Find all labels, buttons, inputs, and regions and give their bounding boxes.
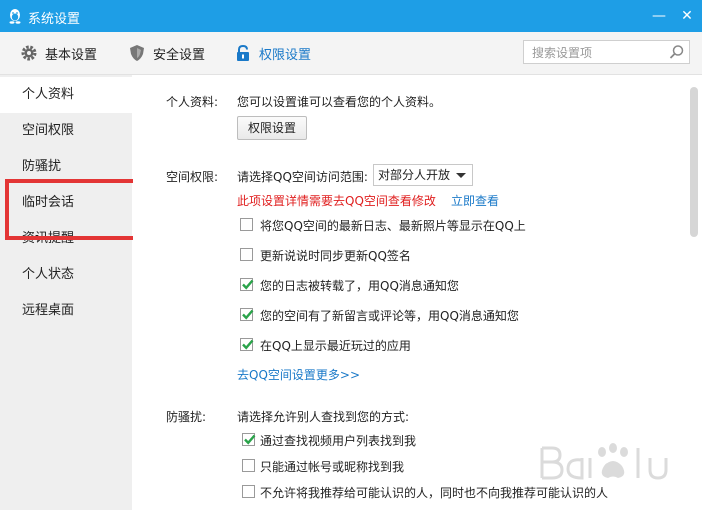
space-option-checkbox-5[interactable] xyxy=(240,338,254,351)
harass-option-checkbox-1[interactable] xyxy=(242,433,256,446)
harass-section-label: 防骚扰: xyxy=(166,410,207,424)
settings-toolbar: 基本设置 安全设置 权限设置 xyxy=(0,32,702,75)
sidebar-item-remote-desktop[interactable]: 远程桌面 xyxy=(0,293,132,329)
harass-description: 请选择允许别人查找到您的方式: xyxy=(237,410,410,424)
space-option-label-5: 在QQ上显示最近玩过的应用 xyxy=(260,339,411,353)
space-range-value: 对部分人开放 xyxy=(378,168,451,182)
space-option-label-3: 您的日志被转载了，用QQ消息通知您 xyxy=(260,279,459,293)
chevron-down-icon xyxy=(456,173,466,178)
search-input[interactable] xyxy=(530,43,664,63)
space-option-label-4: 您的空间有了新留言或评论等，用QQ消息通知您 xyxy=(260,309,519,323)
space-option-label-2: 更新说说时同步更新QQ签名 xyxy=(260,249,411,263)
tab-basic-settings-label: 基本设置 xyxy=(45,47,98,63)
space-warning-text: 此项设置详情需要去QQ空间查看修改 xyxy=(237,194,436,208)
sidebar-item-personal-status[interactable]: 个人状态 xyxy=(0,257,132,293)
checkmark-icon xyxy=(242,309,254,320)
sidebar-item-space-permission[interactable]: 空间权限 xyxy=(0,113,132,149)
harass-option-label-2: 只能通过帐号或昵称找到我 xyxy=(260,460,405,474)
space-option-label-1: 将您QQ空间的最新日志、最新照片等显示在QQ上 xyxy=(260,219,526,233)
space-option-checkbox-2[interactable] xyxy=(240,248,253,261)
tab-security-settings[interactable]: 安全设置 xyxy=(128,32,205,74)
annotation-highlight-box xyxy=(5,179,146,240)
space-range-select[interactable]: 对部分人开放 xyxy=(373,164,473,186)
checkmark-icon xyxy=(242,279,254,290)
qq-penguin-icon xyxy=(9,9,21,24)
settings-sidebar: 个人资料 空间权限 防骚扰 临时会话 资讯提醒 个人状态 远程桌面 xyxy=(0,75,132,510)
profile-section-label: 个人资料: xyxy=(166,95,219,109)
profile-description: 您可以设置谁可以查看您的个人资料。 xyxy=(237,95,442,109)
gear-icon xyxy=(21,45,37,61)
view-now-link[interactable]: 立即查看 xyxy=(451,192,499,209)
sidebar-item-profile[interactable]: 个人资料 xyxy=(0,77,132,113)
scrollbar-thumb[interactable] xyxy=(690,87,698,237)
tab-permission-settings[interactable]: 权限设置 xyxy=(234,32,311,74)
tab-basic-settings[interactable]: 基本设置 xyxy=(20,32,97,74)
window-title: 系统设置 xyxy=(28,12,81,27)
profile-permission-button[interactable]: 权限设置 xyxy=(237,116,307,140)
harass-option-checkbox-2[interactable] xyxy=(242,459,255,472)
space-range-label: 请选择QQ空间访问范围: xyxy=(237,170,368,184)
space-option-checkbox-3[interactable] xyxy=(240,278,254,291)
minimize-button[interactable]: — xyxy=(648,6,670,26)
space-option-checkbox-1[interactable] xyxy=(240,218,253,231)
checkmark-icon xyxy=(244,434,256,445)
baidu-watermark-logo xyxy=(540,443,668,480)
search-box xyxy=(523,40,690,64)
search-icon[interactable] xyxy=(669,44,685,60)
title-bar: 系统设置 — ✕ xyxy=(0,0,702,32)
harass-option-checkbox-3[interactable] xyxy=(242,485,255,498)
lock-icon xyxy=(237,44,249,61)
harass-option-label-1: 通过查找视频用户列表找到我 xyxy=(260,434,417,448)
tab-permission-settings-label: 权限设置 xyxy=(259,47,312,63)
checkmark-icon xyxy=(242,339,254,350)
space-section-label: 空间权限: xyxy=(166,170,219,184)
close-button[interactable]: ✕ xyxy=(676,6,698,26)
tab-security-settings-label: 安全设置 xyxy=(153,47,206,63)
shield-icon xyxy=(130,45,144,61)
space-option-checkbox-4[interactable] xyxy=(240,308,254,321)
space-more-settings-link[interactable]: 去QQ空间设置更多>> xyxy=(237,366,360,383)
